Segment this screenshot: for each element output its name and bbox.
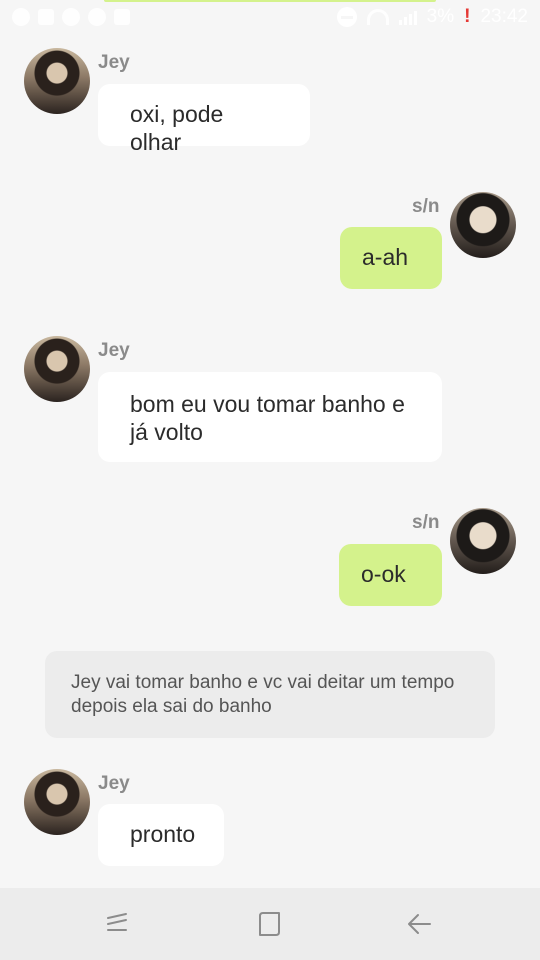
- message-bubble-outgoing[interactable]: a-ah: [340, 227, 442, 289]
- notification-icons: [12, 8, 130, 26]
- back-icon[interactable]: [406, 910, 434, 938]
- clock: 23:42: [480, 6, 528, 27]
- avatar-jey[interactable]: [24, 48, 90, 114]
- signal-icon: [398, 9, 417, 25]
- chat-icon: [88, 8, 106, 26]
- whatsapp-icon: [12, 8, 30, 26]
- message-bubble-incoming[interactable]: oxi, pode olhar: [98, 84, 310, 155]
- gallery-icon: [114, 9, 130, 25]
- sender-name: Jey: [98, 773, 130, 794]
- battery-percentage: 3%: [426, 6, 455, 27]
- avatar-jey[interactable]: [24, 336, 90, 402]
- do-not-disturb-icon: [336, 7, 357, 27]
- message-bubble-incoming[interactable]: pronto: [98, 804, 224, 866]
- avatar-sn[interactable]: [450, 508, 516, 574]
- avatar-sn[interactable]: [450, 192, 516, 258]
- messenger-icon: [62, 8, 80, 26]
- sender-name: s/n: [412, 512, 440, 533]
- sender-name: Jey: [98, 52, 130, 73]
- recent-apps-icon[interactable]: [104, 910, 132, 938]
- home-icon[interactable]: [256, 910, 284, 938]
- battery-saver-icon: [38, 9, 54, 25]
- battery-warning-icon: !: [464, 6, 471, 27]
- message-bubble-incoming[interactable]: bom eu vou tomar banho e já volto: [98, 372, 442, 462]
- sender-name: Jey: [98, 340, 130, 361]
- narration-box: Jey vai tomar banho e vc vai deitar um t…: [45, 651, 495, 738]
- top-accent: [104, 0, 436, 2]
- message-bubble-outgoing[interactable]: o-ok: [339, 544, 442, 606]
- sender-name: s/n: [412, 196, 440, 217]
- avatar-jey[interactable]: [24, 769, 90, 835]
- status-bar: 3% ! 23:42: [0, 0, 540, 36]
- navigation-bar: [0, 888, 540, 960]
- system-status: 3% ! 23:42: [336, 6, 528, 28]
- wifi-icon: [366, 9, 389, 25]
